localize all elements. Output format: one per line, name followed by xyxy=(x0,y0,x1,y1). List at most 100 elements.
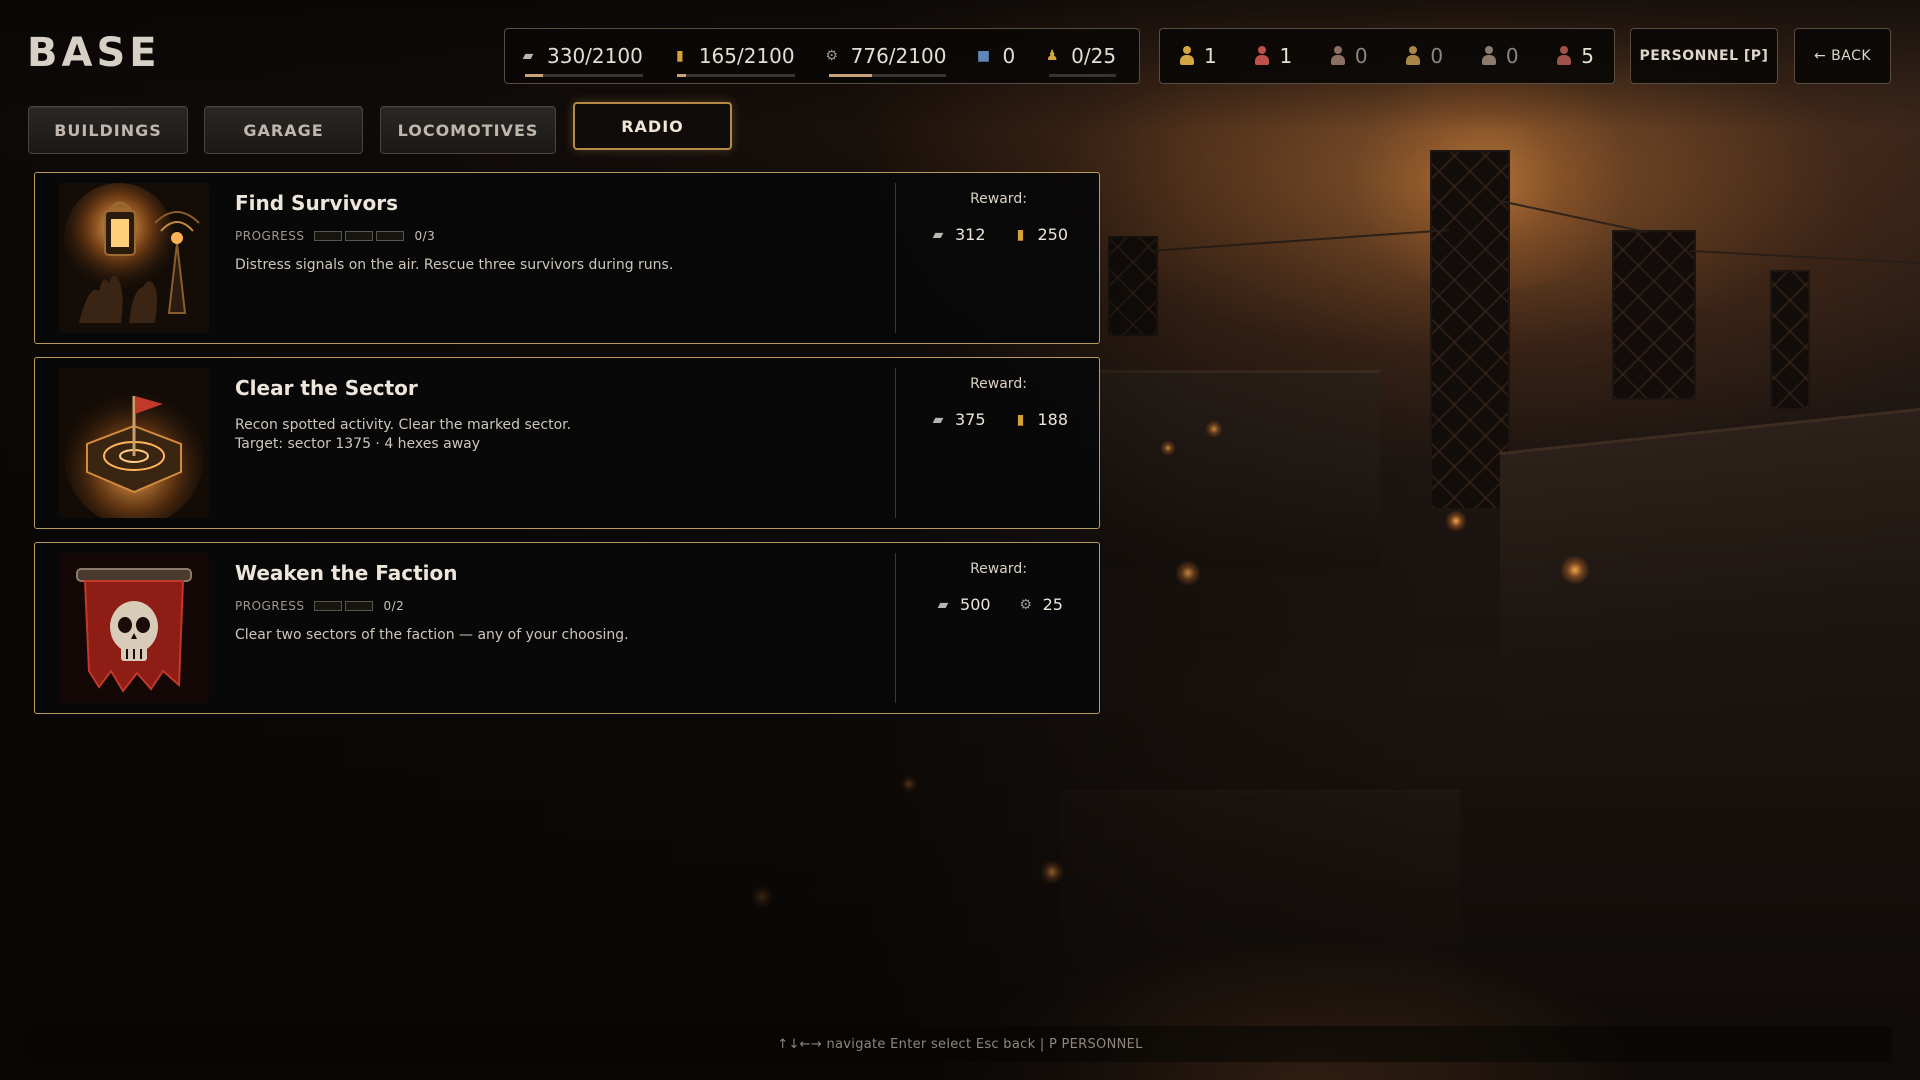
resource-value: 0 xyxy=(1002,44,1016,68)
progress-segments xyxy=(314,601,374,611)
tab-garage[interactable]: GARAGE xyxy=(204,106,363,154)
personnel-officer: 5 xyxy=(1557,44,1594,68)
fuel-icon: ▮ xyxy=(675,48,684,64)
description-line: Recon spotted activity. Clear the marked… xyxy=(235,417,572,433)
personnel-count: 0 xyxy=(1505,44,1519,68)
reward-values: ▰ 500 ⚙ 25 xyxy=(896,595,1101,614)
resource-value: 776/2100 xyxy=(850,44,947,68)
reward-metal: ▰ 312 xyxy=(929,225,986,244)
personnel-soldier: 0 xyxy=(1481,44,1519,68)
resource-bar: ▰ 330/2100 ▮ 165/2100 ⚙ 776/2100 ■ 0 ♟ 0/25 xyxy=(504,28,1140,84)
back-button[interactable]: ← BACK xyxy=(1794,28,1891,84)
personnel-count: 0 xyxy=(1430,44,1444,68)
resource-value: 165/2100 xyxy=(698,44,795,68)
description-line: Target: sector 1375 · 4 hexes away xyxy=(235,436,481,452)
reward-fuel: ▮ 188 xyxy=(1012,410,1069,429)
tab-locomotives[interactable]: LOCOMOTIVES xyxy=(380,106,556,154)
resource-medal: ♟ 0/25 xyxy=(1043,29,1117,83)
personnel-bar: 1 1 0 0 0 5 xyxy=(1159,28,1615,84)
progress-segment xyxy=(314,601,343,611)
reward-value: 188 xyxy=(1037,410,1069,429)
fuel-icon: ▮ xyxy=(1016,226,1025,243)
progress-count: 0/3 xyxy=(414,229,436,243)
reward-label: Reward: xyxy=(970,191,1027,207)
tab-buildings[interactable]: BUILDINGS xyxy=(28,106,188,154)
mission-card-clear-the-sector[interactable]: Clear the Sector Recon spotted activity.… xyxy=(34,357,1100,529)
reward-value: 312 xyxy=(954,225,986,244)
personnel-engineer: 0 xyxy=(1406,44,1443,68)
reward-value: 250 xyxy=(1037,225,1069,244)
medal-icon: ♟ xyxy=(1045,48,1059,64)
reward-metal: ▰ 375 xyxy=(929,410,986,429)
resource-fuel: ▮ 165/2100 xyxy=(671,29,795,83)
reward-label: Reward: xyxy=(970,376,1027,392)
personnel-worker: 1 xyxy=(1180,44,1217,68)
reward-value: 375 xyxy=(954,410,986,429)
personnel-count: 1 xyxy=(1279,44,1293,68)
resource-capacity-bar xyxy=(828,74,947,77)
personnel-count: 0 xyxy=(1354,44,1368,68)
resource-capacity-bar xyxy=(525,74,643,77)
description-line: Clear two sectors of the faction — any o… xyxy=(235,627,629,643)
sector-flag-icon xyxy=(59,368,209,518)
parts-icon: ⚙ xyxy=(825,48,838,64)
lantern-radio-icon xyxy=(59,183,209,333)
resource-capacity-bar xyxy=(1049,74,1117,77)
personnel-medic: 1 xyxy=(1255,44,1292,68)
mission-progress: PROGRESS 0/2 xyxy=(235,599,404,613)
progress-segment xyxy=(345,231,374,241)
officer-icon xyxy=(1557,46,1572,66)
mission-description: Distress signals on the air. Rescue thre… xyxy=(235,256,673,275)
capacity-fill xyxy=(828,74,873,77)
reward-value: 25 xyxy=(1042,595,1063,614)
resource-chip: ■ 0 xyxy=(974,29,1015,83)
reward-metal: ▰ 500 xyxy=(934,595,991,614)
progress-label: PROGRESS xyxy=(235,229,305,243)
worker-icon xyxy=(1180,46,1194,66)
mission-description: Recon spotted activity. Clear the marked… xyxy=(235,416,571,454)
medic-icon xyxy=(1255,46,1270,66)
progress-segment xyxy=(376,231,405,241)
mission-card-find-survivors[interactable]: Find Survivors PROGRESS 0/3 Distress sig… xyxy=(34,172,1100,344)
mission-title: Find Survivors xyxy=(235,191,398,215)
capacity-fill xyxy=(525,74,544,77)
personnel-button[interactable]: PERSONNEL [P] xyxy=(1630,28,1778,84)
reward-fuel: ▮ 250 xyxy=(1012,225,1069,244)
progress-segment xyxy=(314,231,343,241)
personnel-scout: 0 xyxy=(1330,44,1368,68)
capacity-fill xyxy=(676,74,687,77)
personnel-count: 1 xyxy=(1204,44,1217,68)
parts-icon: ⚙ xyxy=(1019,596,1032,613)
mission-description: Clear two sectors of the faction — any o… xyxy=(235,626,629,645)
progress-label: PROGRESS xyxy=(235,599,305,613)
metal-icon: ▰ xyxy=(932,411,944,428)
reward-label: Reward: xyxy=(970,561,1027,577)
soldier-icon xyxy=(1481,46,1496,66)
metal-icon: ▰ xyxy=(932,226,944,243)
personnel-count: 5 xyxy=(1581,44,1594,68)
resource-capacity-bar xyxy=(676,74,795,77)
reward-values: ▰ 312 ▮ 250 xyxy=(896,225,1101,244)
metal-icon: ▰ xyxy=(937,596,949,613)
scout-icon xyxy=(1330,46,1345,66)
skull-banner-icon xyxy=(59,553,209,703)
metal-icon: ▰ xyxy=(522,48,534,64)
progress-segments xyxy=(314,231,405,241)
page-title: BASE xyxy=(27,30,161,76)
chip-icon: ■ xyxy=(976,48,991,64)
base-scene-background xyxy=(0,0,1920,1080)
mission-progress: PROGRESS 0/3 xyxy=(235,229,435,243)
keyboard-hint-bar: ↑↓←→ navigate Enter select Esc back | P … xyxy=(28,1026,1892,1062)
reward-values: ▰ 375 ▮ 188 xyxy=(896,410,1101,429)
description-line: Distress signals on the air. Rescue thre… xyxy=(235,257,674,273)
resource-metal: ▰ 330/2100 xyxy=(519,29,643,83)
resource-value: 0/25 xyxy=(1071,44,1117,68)
mission-card-weaken-the-faction[interactable]: Weaken the Faction PROGRESS 0/2 Clear tw… xyxy=(34,542,1100,714)
mission-title: Weaken the Faction xyxy=(235,561,458,585)
progress-count: 0/2 xyxy=(383,599,405,613)
progress-segment xyxy=(345,601,374,611)
tab-radio[interactable]: RADIO xyxy=(573,102,732,150)
mission-title: Clear the Sector xyxy=(235,376,418,400)
fuel-icon: ▮ xyxy=(1016,411,1025,428)
reward-parts: ⚙ 25 xyxy=(1017,595,1063,614)
